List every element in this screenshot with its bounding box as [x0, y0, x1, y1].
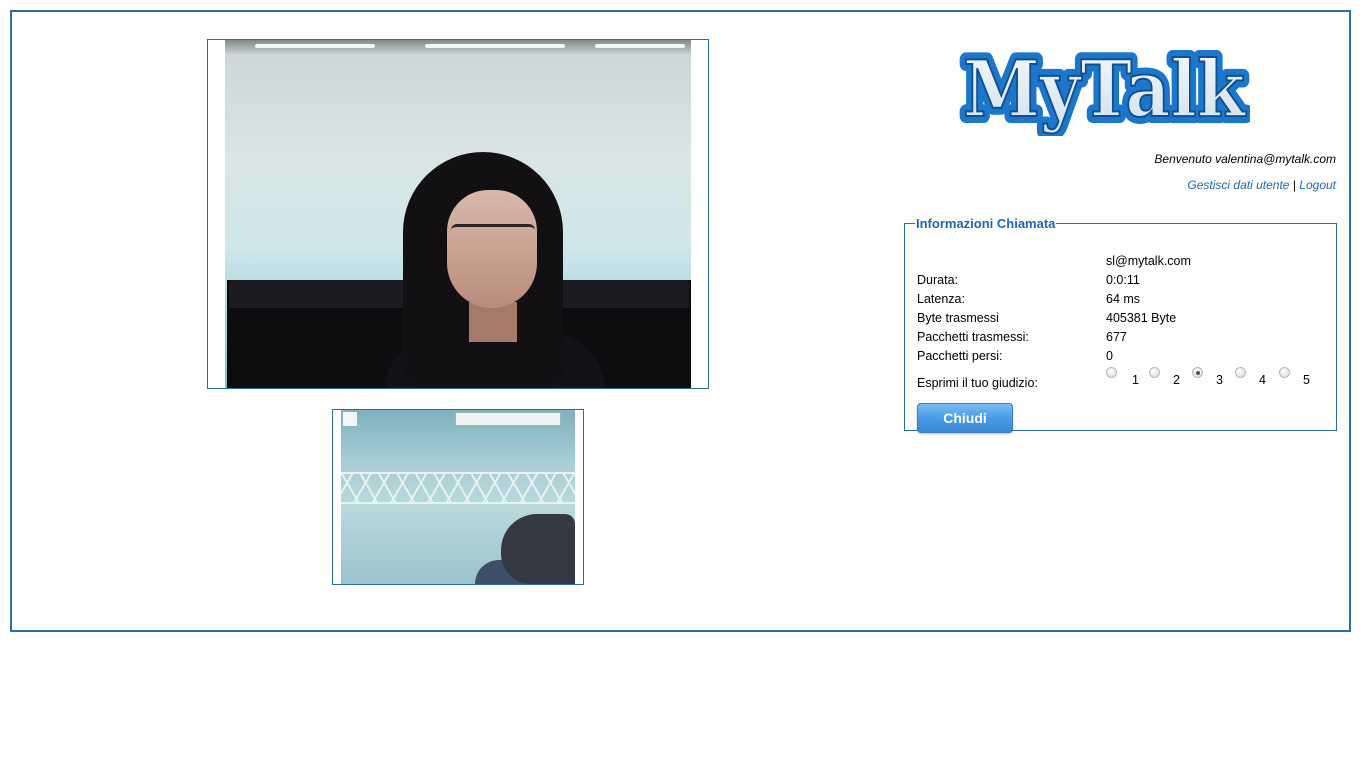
stat-value: 405381 Byte: [1106, 311, 1177, 325]
stat-label: Pacchetti persi:: [917, 349, 1003, 363]
local-video: [332, 409, 584, 585]
stat-label: Durata:: [917, 273, 958, 287]
rating-number: 3: [1216, 373, 1223, 387]
local-video-feed: [341, 410, 575, 584]
stat-value: 0: [1106, 349, 1113, 363]
rating-group: 1 2 3 4 5: [1106, 367, 1326, 391]
rating-number: 2: [1173, 373, 1180, 387]
rating-number: 1: [1132, 373, 1139, 387]
rating-radio-1[interactable]: [1106, 367, 1117, 378]
rating-radio-2[interactable]: [1149, 367, 1160, 378]
remote-video: [207, 39, 709, 389]
contact-address: sl@mytalk.com: [1106, 254, 1191, 268]
svg-text:MyTalk: MyTalk: [963, 44, 1247, 135]
stat-value: 64 ms: [1106, 292, 1141, 306]
stat-label: Latenza:: [917, 292, 965, 306]
mytalk-logo: MyTalk MyTalk: [958, 40, 1250, 136]
stat-value: 0:0:11: [1106, 273, 1140, 287]
rating-radio-3[interactable]: [1192, 367, 1203, 378]
call-info-legend: Informazioni Chiamata: [916, 216, 1056, 231]
remote-video-feed: [225, 40, 691, 388]
logout-link[interactable]: Logout: [1299, 178, 1336, 192]
link-separator: |: [1292, 178, 1296, 192]
stat-label: Pacchetti trasmessi:: [917, 330, 1029, 344]
rating-radio-5[interactable]: [1279, 367, 1290, 378]
close-button[interactable]: Chiudi: [917, 403, 1013, 433]
stat-value: 677: [1106, 330, 1127, 344]
rating-radio-4[interactable]: [1235, 367, 1246, 378]
stat-label: Byte trasmessi: [917, 311, 999, 325]
manage-user-data-link[interactable]: Gestisci dati utente: [1187, 178, 1289, 192]
rating-number: 4: [1259, 373, 1266, 387]
welcome-text: Benvenuto valentina@mytalk.com: [1154, 152, 1336, 166]
rating-number: 5: [1303, 373, 1310, 387]
rating-label: Esprimi il tuo giudizio:: [917, 376, 1038, 390]
user-links: Gestisci dati utente | Logout: [1187, 178, 1336, 192]
call-info-panel: Informazioni Chiamata sl@mytalk.com Dura…: [904, 216, 1337, 433]
